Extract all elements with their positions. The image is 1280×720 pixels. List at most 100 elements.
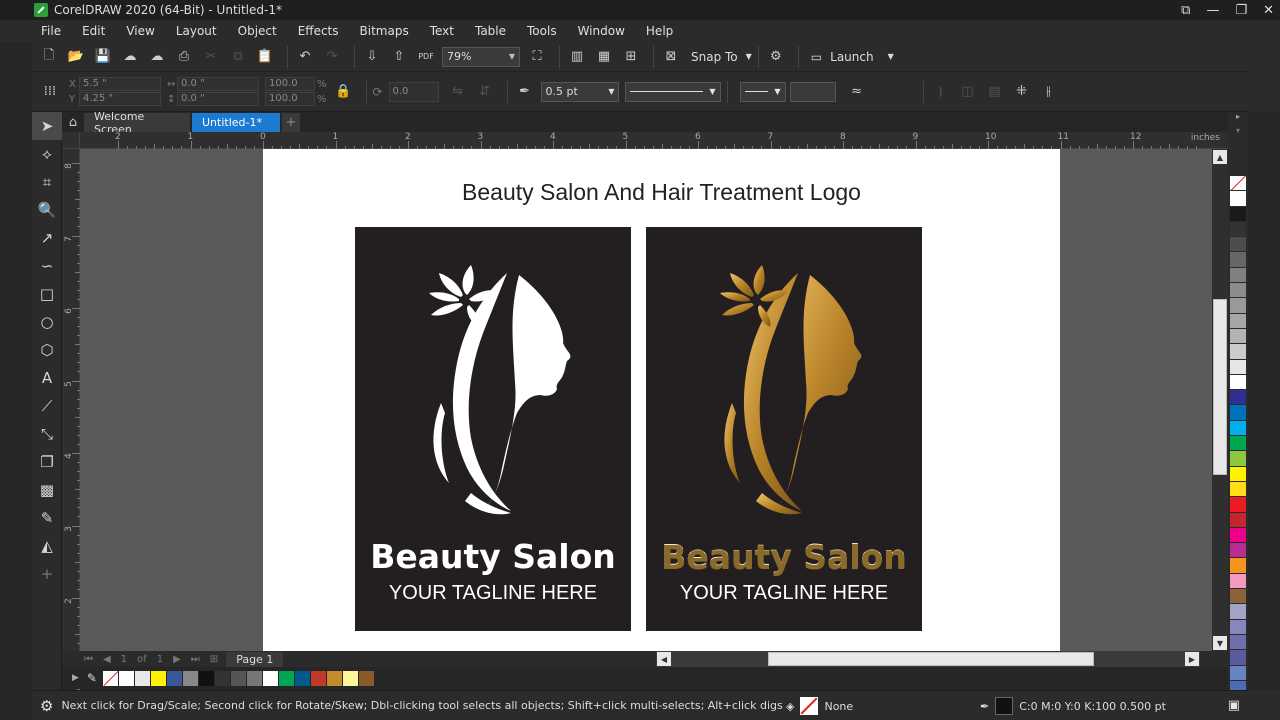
palette-swatch[interactable] xyxy=(1230,573,1246,590)
scroll-left-icon[interactable]: ◀ xyxy=(657,652,671,666)
tagline-text[interactable]: YOUR TAGLINE HERE xyxy=(646,582,922,605)
menu-file[interactable]: File xyxy=(41,24,61,38)
document-palette-swatch[interactable] xyxy=(358,670,374,686)
options-gear-icon[interactable]: ⚙ xyxy=(765,46,787,68)
maximize-button[interactable]: ❐ xyxy=(1235,3,1247,18)
drop-shadow-tool-icon[interactable]: ❐ xyxy=(32,448,62,476)
fill-indicator[interactable]: ◈ None xyxy=(786,697,853,715)
outline-width-select[interactable]: 0.5 pt ▼ xyxy=(540,81,619,102)
palette-swatch[interactable] xyxy=(1230,558,1246,574)
zoom-tool-icon[interactable]: 🔍 xyxy=(32,196,62,224)
palette-swatch[interactable] xyxy=(1230,328,1246,345)
palette-scroll-up-icon[interactable]: ▸ xyxy=(1228,112,1248,126)
new-tab-icon[interactable]: + xyxy=(282,113,300,132)
zoom-level-select[interactable]: 79% ▼ xyxy=(442,46,520,67)
menu-help[interactable]: Help xyxy=(646,24,673,38)
palette-swatch[interactable] xyxy=(1230,497,1246,513)
eyedropper-tool-icon[interactable]: ✎ xyxy=(32,504,62,532)
document-palette-swatch[interactable] xyxy=(198,670,214,686)
print-icon[interactable]: ⎙ xyxy=(173,46,195,68)
height-field[interactable]: 0.0 " xyxy=(177,92,259,106)
document-page[interactable]: Beauty Salon And Hair Treatment Logo Bea… xyxy=(263,149,1060,651)
document-palette-swatch[interactable] xyxy=(246,670,262,686)
polygon-tool-icon[interactable]: ⬡ xyxy=(32,336,62,364)
shape-tool-icon[interactable]: ⟡ xyxy=(32,140,62,168)
cloud-open-icon[interactable]: ☁ xyxy=(119,46,141,68)
logo-card-white[interactable]: Beauty Salon YOUR TAGLINE HERE xyxy=(355,227,631,631)
home-icon[interactable]: ⌂ xyxy=(62,112,84,132)
menu-view[interactable]: View xyxy=(126,24,154,38)
document-palette-swatch[interactable] xyxy=(342,670,358,686)
show-grid-icon[interactable]: ▦ xyxy=(593,46,615,68)
scale-height-field[interactable]: 100.0 xyxy=(265,92,315,106)
add-page-icon[interactable]: ⊞ xyxy=(210,654,218,665)
brand-name-text[interactable]: Beauty Salon xyxy=(355,537,631,576)
show-rulers-icon[interactable]: ▥ xyxy=(566,46,588,68)
open-icon[interactable]: 📂 xyxy=(65,46,87,68)
end-arrowhead-select[interactable] xyxy=(789,81,836,102)
palette-swatch[interactable] xyxy=(1230,390,1246,406)
document-palette-swatch[interactable] xyxy=(262,670,278,686)
palette-swatch[interactable] xyxy=(1230,481,1246,498)
horizontal-scrollbar[interactable]: ◀ ▶ xyxy=(656,651,1200,667)
palette-scroll-icon[interactable]: ▾ xyxy=(1228,126,1248,176)
vertical-ruler[interactable]: 87654321 xyxy=(62,149,80,717)
show-guidelines-icon[interactable]: ⊞ xyxy=(620,46,642,68)
close-button[interactable]: ✕ xyxy=(1263,3,1274,18)
palette-swatch[interactable] xyxy=(1230,634,1246,651)
tagline-text[interactable]: YOUR TAGLINE HERE xyxy=(355,582,631,605)
scale-width-field[interactable]: 100.0 xyxy=(265,77,315,91)
freehand-smoothing-icon[interactable]: ≈ xyxy=(846,81,868,103)
crop-tool-icon[interactable]: ⌗ xyxy=(32,168,62,196)
tab-welcome-screen[interactable]: Welcome Screen xyxy=(84,110,190,136)
publish-pdf-icon[interactable]: PDF xyxy=(415,46,437,68)
freehand-tool-icon[interactable]: ↗ xyxy=(32,224,62,252)
palette-swatch[interactable] xyxy=(1230,466,1246,482)
outline-indicator[interactable]: ✒ C:0 M:0 Y:0 K:100 0.500 pt xyxy=(980,697,1166,715)
mirror-horizontal-icon[interactable]: ⇋ xyxy=(447,81,469,103)
next-page-icon[interactable]: ▶ xyxy=(173,654,181,665)
palette-swatch[interactable] xyxy=(1230,589,1246,605)
palette-swatch[interactable] xyxy=(1230,451,1246,467)
minimize-button[interactable]: — xyxy=(1206,3,1219,18)
document-palette-swatch[interactable] xyxy=(326,670,342,686)
page-1-tab[interactable]: Page 1 xyxy=(226,651,284,667)
arrowhead-select[interactable]: ▼ xyxy=(739,81,786,102)
align-icon[interactable]: ⫲ xyxy=(1038,81,1060,103)
settings-gear-icon[interactable]: ⚙ xyxy=(40,697,53,715)
palette-swatch[interactable] xyxy=(1230,665,1246,681)
menu-text[interactable]: Text xyxy=(430,24,454,38)
palette-swatch[interactable] xyxy=(1230,298,1246,314)
transparency-tool-icon[interactable]: ▩ xyxy=(32,476,62,504)
document-palette-swatch[interactable] xyxy=(214,670,230,686)
menu-tools[interactable]: Tools xyxy=(527,24,557,38)
document-palette-swatch[interactable] xyxy=(118,670,134,686)
outline-pen-icon[interactable]: ✒ xyxy=(514,81,536,103)
document-palette-swatch[interactable] xyxy=(134,670,150,686)
cloud-save-icon[interactable]: ☁ xyxy=(146,46,168,68)
palette-swatch[interactable] xyxy=(1230,221,1246,238)
document-palette-swatch[interactable] xyxy=(182,670,198,686)
menu-bitmaps[interactable]: Bitmaps xyxy=(360,24,409,38)
document-palette-swatch[interactable] xyxy=(230,670,246,686)
page-title-text[interactable]: Beauty Salon And Hair Treatment Logo xyxy=(263,179,1060,206)
interactive-fill-tool-icon[interactable]: ◭ xyxy=(32,532,62,560)
logo-card-gold[interactable]: Beauty Salon YOUR TAGLINE HERE xyxy=(646,227,922,631)
menu-edit[interactable]: Edit xyxy=(82,24,105,38)
palette-swatch[interactable] xyxy=(1230,252,1246,268)
vertical-scrollbar[interactable]: ▲ ▼ xyxy=(1212,149,1228,651)
y-position-field[interactable]: 4.25 " xyxy=(79,92,161,106)
document-palette-swatch[interactable] xyxy=(166,670,182,686)
document-palette-swatch[interactable] xyxy=(294,670,310,686)
menu-window[interactable]: Window xyxy=(578,24,625,38)
launch-dropdown[interactable]: ▭ Launch ▼ xyxy=(811,50,894,64)
palette-swatch[interactable] xyxy=(1230,267,1246,284)
page-size-icon[interactable]: ⁞⁞⁞ xyxy=(36,81,64,103)
paste-icon[interactable]: 📋 xyxy=(254,46,276,68)
palette-swatch[interactable] xyxy=(1230,420,1246,437)
palette-swatch[interactable] xyxy=(1230,283,1246,299)
vertical-scroll-thumb[interactable] xyxy=(1213,299,1227,475)
to-back-icon[interactable]: ▤ xyxy=(984,81,1006,103)
no-color-swatch[interactable] xyxy=(1230,176,1246,192)
menu-object[interactable]: Object xyxy=(238,24,277,38)
